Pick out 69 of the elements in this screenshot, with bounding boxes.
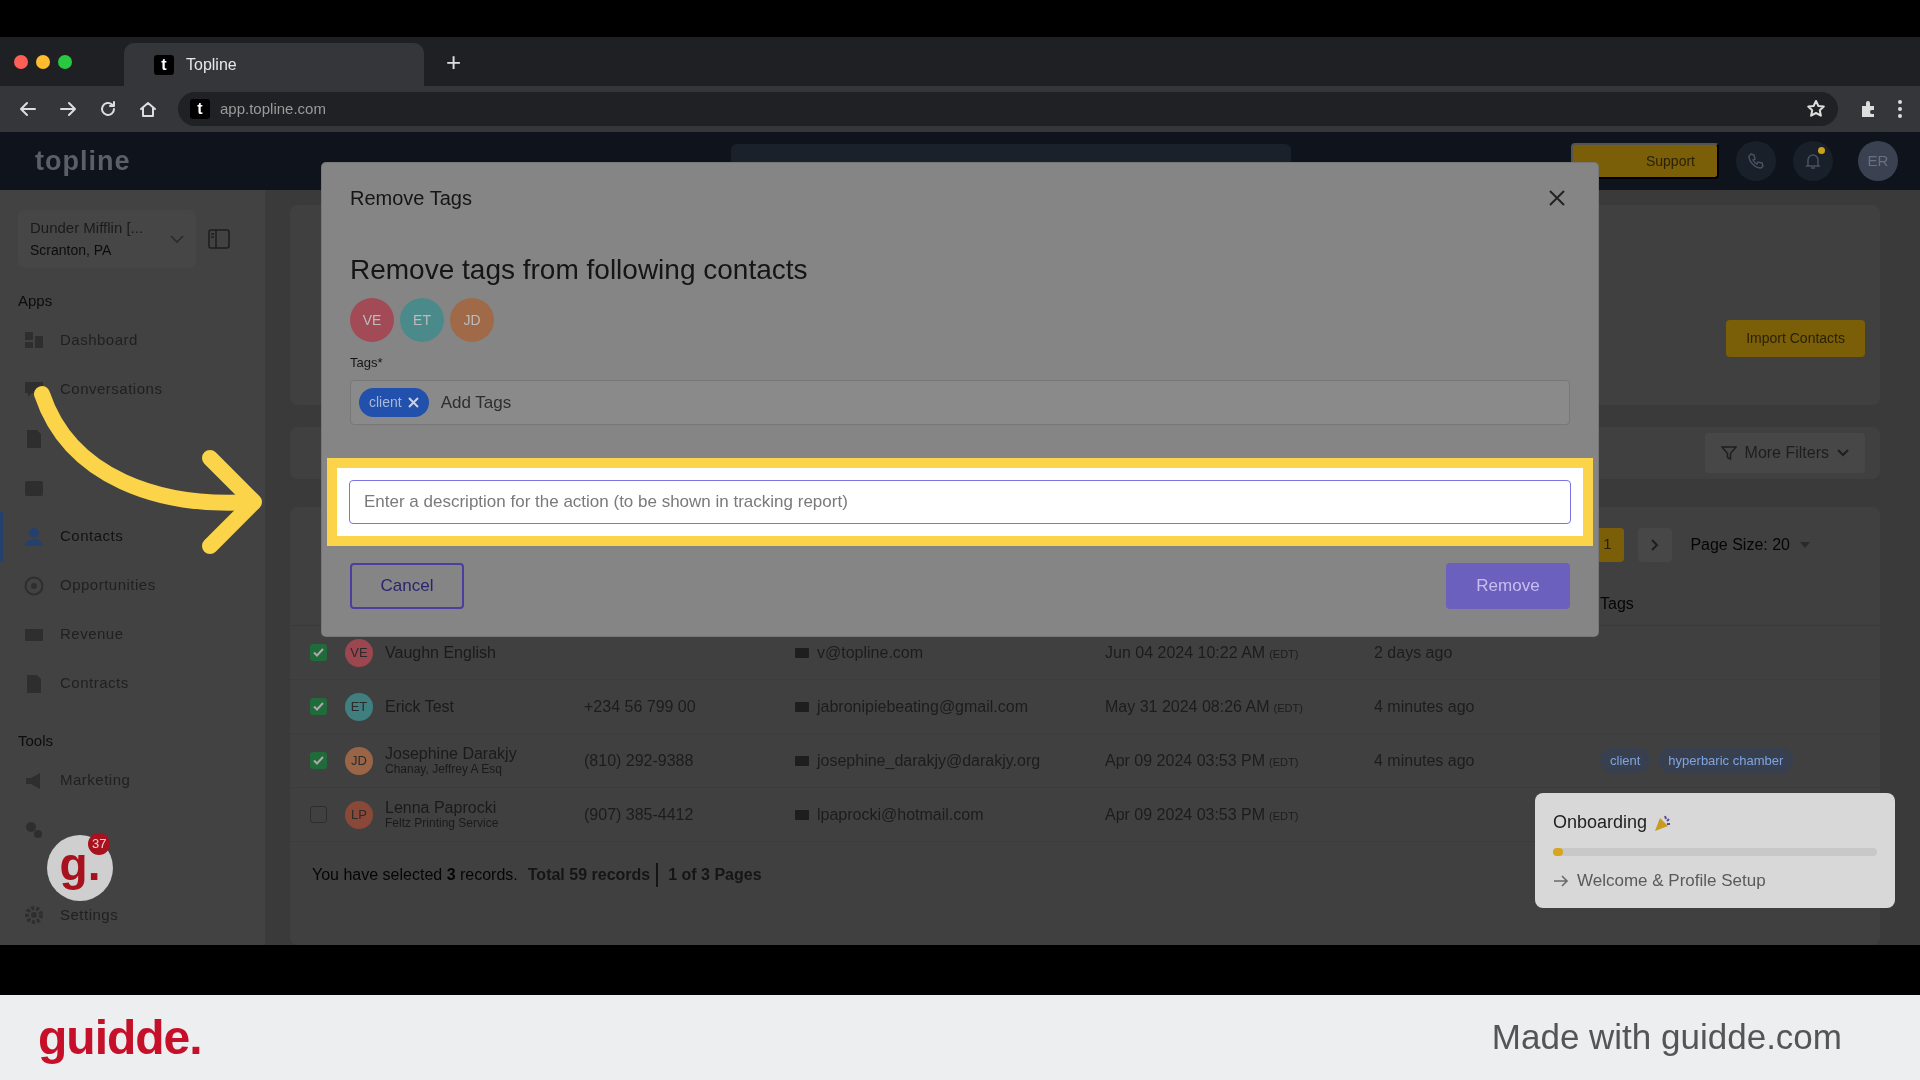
bookmark-star-icon[interactable] (1806, 99, 1826, 119)
onboarding-title: Onboarding (1553, 811, 1648, 834)
nav-icon (24, 379, 44, 400)
panel-toggle-icon[interactable] (208, 229, 230, 249)
action-input[interactable]: Enter a description for the action (to be shown in tracking report) (349, 480, 1571, 524)
check-icon (313, 756, 324, 765)
remove-button[interactable]: Remove (1446, 563, 1570, 609)
tab-title: Topline (186, 54, 237, 75)
tag-chip[interactable]: client (359, 388, 429, 417)
field-label: Tags* (350, 353, 384, 372)
notifications-button[interactable] (1793, 141, 1833, 181)
reload-icon[interactable] (98, 99, 118, 119)
column-header: Tags (1600, 593, 1635, 614)
brand-logo: guidde. (38, 1009, 202, 1066)
dialog-title: Remove Tags (350, 186, 472, 211)
credit-text: Made with guidde.com (1491, 1016, 1842, 1059)
arrow-right-icon (1553, 874, 1569, 887)
account-location: Scranton, PA (30, 240, 113, 260)
app-logo: topline (35, 144, 131, 178)
check-icon (313, 648, 324, 657)
contact-avatar: JD (450, 298, 494, 342)
row-checkbox[interactable] (310, 644, 327, 661)
bell-icon (1804, 152, 1822, 170)
support-button[interactable]: Support (1571, 143, 1719, 179)
address-bar[interactable]: t app.topline.com (178, 92, 1838, 126)
contact-avatar: LP (345, 800, 373, 829)
tags-placeholder: Add Tags (440, 391, 512, 414)
window-control-icon[interactable] (58, 54, 72, 69)
home-icon[interactable] (138, 99, 158, 119)
dialog-heading: Remove tags from following contacts (350, 253, 809, 287)
tags-field[interactable]: client Add Tags (350, 380, 1570, 425)
chevron-down-icon (170, 234, 184, 244)
contact-avatar: VE (345, 638, 373, 667)
cancel-button[interactable]: Cancel (350, 563, 464, 609)
chevron-right-icon (1651, 538, 1660, 551)
window-control-icon[interactable] (14, 54, 28, 69)
phone-icon (1747, 152, 1765, 170)
row-checkbox[interactable] (310, 698, 327, 715)
contact-avatar: VE (350, 298, 394, 342)
filter-icon (1720, 445, 1737, 461)
contact-avatar: JD (345, 746, 373, 775)
selection-summary: You have selected 3 records. (312, 865, 518, 885)
contact-avatar: ET (400, 298, 444, 342)
row-checkbox[interactable] (310, 752, 327, 769)
nav-icon (24, 526, 44, 547)
onboarding-step-link[interactable]: Welcome & Profile Setup (1553, 868, 1877, 894)
browser-tab[interactable]: t Topline (124, 43, 424, 86)
window-control-icon[interactable] (36, 54, 50, 69)
contact-avatar: ET (345, 692, 373, 721)
favicon: t (154, 54, 174, 75)
page-size-select[interactable]: Page Size: 20 (1690, 532, 1810, 557)
new-tab-button[interactable]: + (446, 48, 462, 75)
import-contacts-button[interactable]: Import Contacts (1726, 320, 1865, 357)
mail-icon (795, 809, 809, 820)
mail-icon (795, 755, 809, 766)
mail-icon (795, 701, 809, 712)
url-text: app.topline.com (220, 98, 326, 119)
tag-pill: client (1600, 746, 1651, 775)
tag-pill: hyperbaric chamber (1658, 746, 1794, 775)
more-icon[interactable] (1898, 100, 1902, 118)
close-icon (1548, 189, 1566, 207)
close-icon (407, 397, 419, 408)
mail-icon (795, 647, 809, 658)
forward-icon[interactable] (58, 99, 78, 119)
remove-tag-button[interactable] (407, 397, 419, 408)
chevron-down-icon (1837, 449, 1849, 457)
back-icon[interactable] (18, 99, 38, 119)
check-icon (313, 702, 324, 711)
favicon: t (190, 99, 210, 119)
